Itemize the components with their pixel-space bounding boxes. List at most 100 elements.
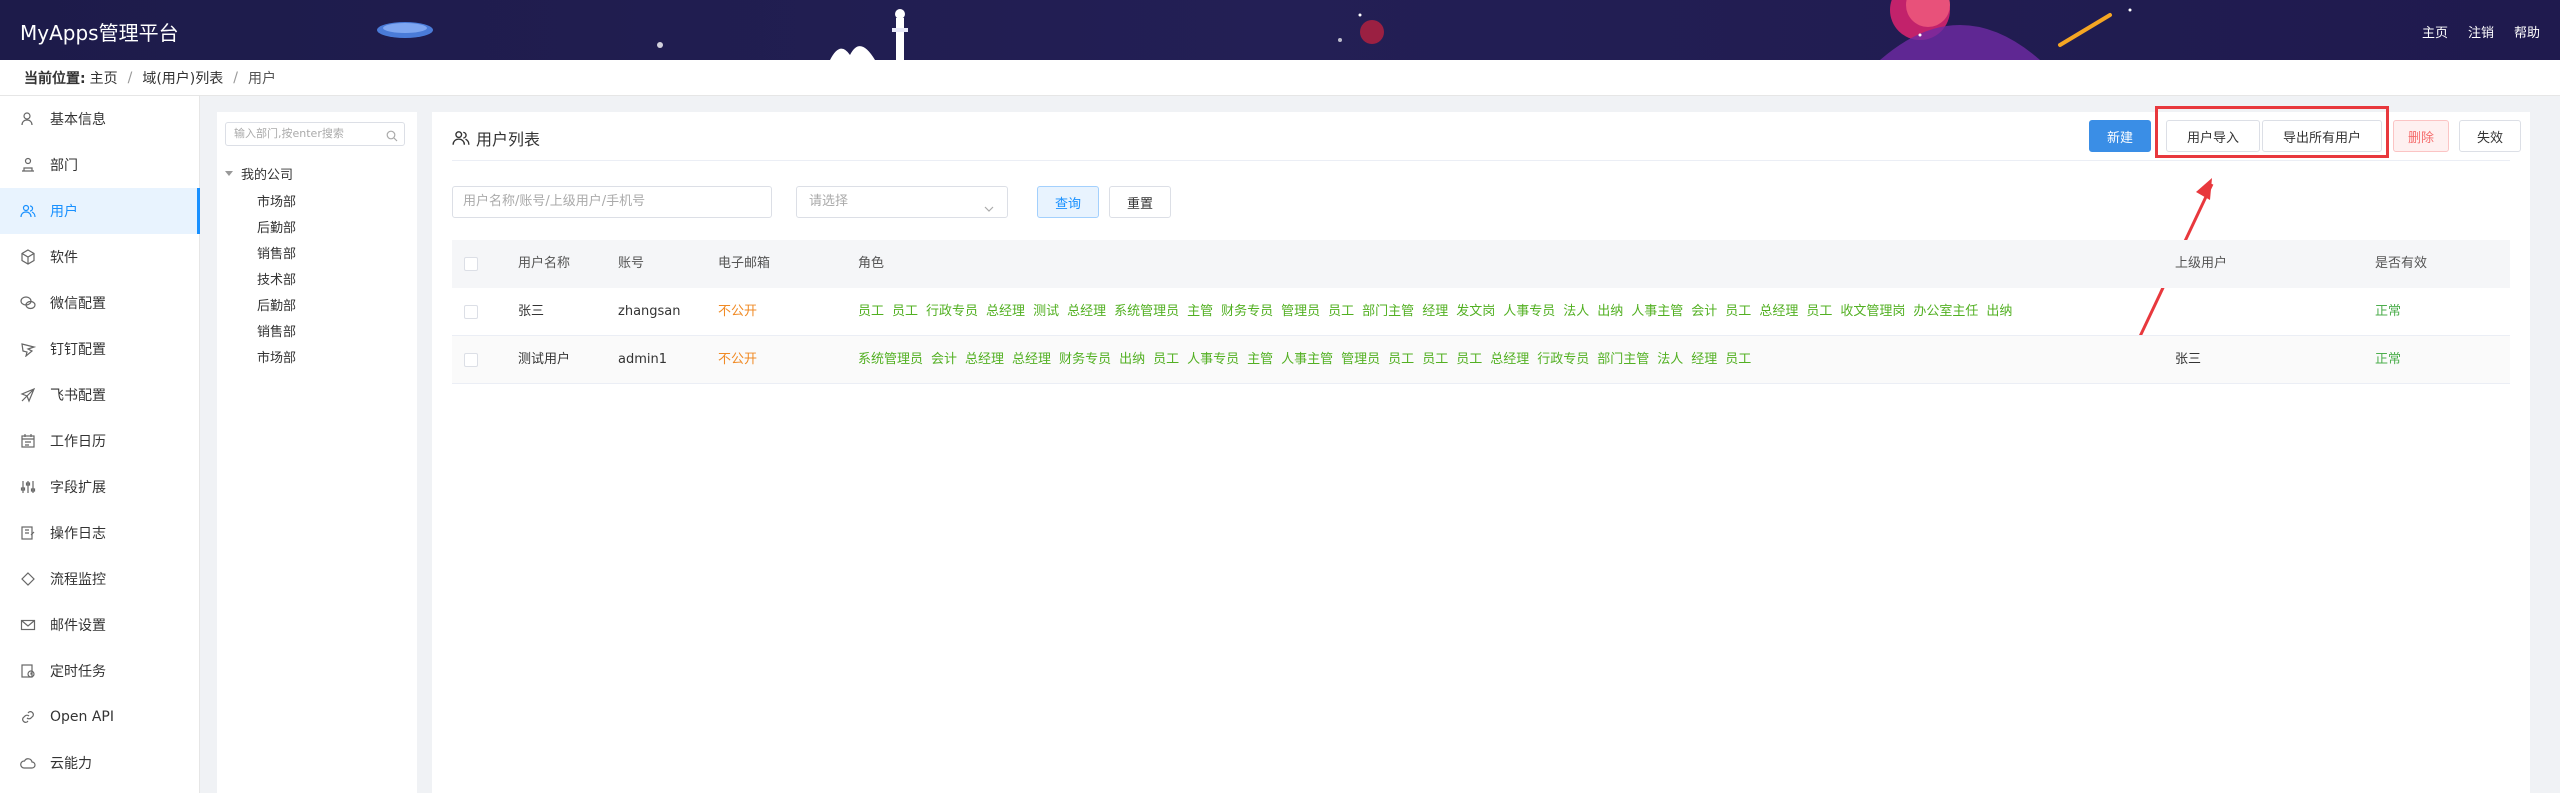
page-title: 用户列表 [452,126,540,150]
sidebar-item-label: Open API [50,709,114,725]
select-all-checkbox[interactable] [464,257,478,271]
disable-button[interactable]: 失效 [2459,120,2521,152]
role-tag: 财务专员 [1221,304,1274,319]
sidebar-item-scheduled-tasks[interactable]: 定时任务 [0,648,199,694]
email-cell: 不公开 [718,352,758,367]
table-row[interactable]: 张三 zhangsan 不公开 员工 员工 行政专员 总经理 测试 总经理 系统管理员 主管财… [452,288,2510,336]
user-search-input[interactable]: 用户名称/账号/上级用户/手机号 [452,186,772,218]
caret-down-icon[interactable] [225,171,233,176]
title-divider [452,160,2510,161]
header-link-home[interactable]: 主页 [2422,22,2448,41]
breadcrumb-home[interactable]: 主页 [90,68,118,88]
sidebar-item-operation-log[interactable]: 操作日志 [0,510,199,556]
tree-node[interactable]: 技术部 [257,268,296,294]
sidebar-item-software[interactable]: 软件 [0,234,199,280]
sidebar-item-open-api[interactable]: Open API [0,694,199,740]
user-name-cell: 测试用户 [518,352,571,367]
tree-node[interactable]: 销售部 [257,320,296,346]
sidebar-item-basic-info[interactable]: 基本信息 [0,96,199,142]
user-search-placeholder: 用户名称/账号/上级用户/手机号 [463,194,646,209]
delete-button[interactable]: 删除 [2393,120,2449,152]
top-header: MyApps管理平台 主页 注销 帮助 [0,0,2560,60]
page-title-text: 用户列表 [476,130,541,149]
table-row[interactable]: 测试用户 admin1 不公开 系统管理员 会计 总经理 总经理 财务专员 出纳 员工 人事专… [452,336,2510,384]
role-tag: 员工 [1725,352,1752,367]
roles-cell: 员工 员工 行政专员 总经理 测试 总经理 系统管理员 主管 财务专员 管理员 员工 部门主管 经理 发文… [858,288,2158,336]
header-link-logout[interactable]: 注销 [2468,22,2494,41]
sidebar-item-feishu[interactable]: 飞书配置 [0,372,199,418]
role-tag: 主管 [1247,352,1274,367]
log-icon [20,525,36,541]
feishu-icon [20,387,36,403]
role-tag: 主管 [1187,304,1214,319]
reset-button[interactable]: 重置 [1109,186,1171,218]
sidebar-item-cloud[interactable]: 云能力 [0,740,199,786]
query-button[interactable]: 查询 [1037,186,1099,218]
sidebar-item-wechat[interactable]: 微信配置 [0,280,199,326]
sidebar-item-dingtalk[interactable]: 钉钉配置 [0,326,199,372]
sidebar-item-label: 云能力 [50,756,92,772]
sidebar-item-users[interactable]: 用户 [0,188,200,234]
dingtalk-icon [20,341,36,357]
sidebar-item-department[interactable]: 部门 [0,142,199,188]
account-cell: admin1 [618,352,668,367]
users-icon [452,131,470,145]
table-header: 用户名称 账号 电子邮箱 角色 上级用户 是否有效 [452,240,2510,288]
sidebar-item-label: 用户 [50,204,78,220]
diamond-icon [20,571,36,587]
sidebar-item-field-extension[interactable]: 字段扩展 [0,464,199,510]
sidebar-item-calendar[interactable]: 工作日历 [0,418,199,464]
department-search-input[interactable]: 输入部门,按enter搜索 [225,122,405,146]
role-tag: 部门主管 [1597,352,1650,367]
tree-node[interactable]: 市场部 [257,190,296,216]
sidebar-item-label: 微信配置 [50,296,106,312]
tree-node[interactable]: 后勤部 [257,216,296,242]
role-tag: 系统管理员 [1114,304,1180,319]
wechat-icon [20,295,36,311]
breadcrumb-separator: / [127,69,133,86]
department-search-placeholder: 输入部门,按enter搜索 [234,127,344,140]
user-table: 用户名称 账号 电子邮箱 角色 上级用户 是否有效 张三 zhangsan 不公… [452,240,2510,384]
tree-root-node[interactable]: 我的公司 [225,164,293,183]
tree-node[interactable]: 销售部 [257,242,296,268]
role-tag: 员工 [1806,304,1833,319]
role-tag: 法人 [1563,304,1590,319]
sidebar-item-label: 流程监控 [50,572,106,588]
user-name-cell: 张三 [518,304,545,319]
sidebar-item-label: 操作日志 [50,526,106,542]
role-tag: 人事主管 [1281,352,1334,367]
tree-node[interactable]: 市场部 [257,346,296,372]
sidebar-item-label: 工作日历 [50,434,106,450]
role-tag: 行政专员 [1537,352,1590,367]
sidebar-item-process-monitor[interactable]: 流程监控 [0,556,199,602]
column-header-account: 账号 [618,256,645,271]
role-tag: 测试 [1033,304,1060,319]
column-header-status: 是否有效 [2375,256,2428,271]
role-tag: 员工 [858,304,885,319]
breadcrumb-domain-list[interactable]: 域(用户)列表 [142,68,223,88]
role-tag: 会计 [1691,304,1718,319]
sidebar-item-label: 定时任务 [50,664,106,680]
users-icon [20,203,36,219]
header-illustration-icon [377,0,2132,60]
tree-node[interactable]: 后勤部 [257,294,296,320]
new-button[interactable]: 新建 [2089,120,2151,152]
role-tag: 管理员 [1341,352,1381,367]
department-icon [20,157,36,173]
role-tag: 总经理 [1759,304,1799,319]
roles-cell: 系统管理员 会计 总经理 总经理 财务专员 出纳 员工 人事专员 主管 人事主管 管理员 员工 员工 员工… [858,336,2158,384]
role-tag: 出纳 [1597,304,1624,319]
row-checkbox[interactable] [464,353,478,367]
role-tag: 员工 [1153,352,1180,367]
column-header-roles: 角色 [858,256,885,271]
role-tag: 办公室主任 [1913,304,1979,319]
role-tag: 员工 [1456,352,1483,367]
header-link-help[interactable]: 帮助 [2514,22,2540,41]
superior-cell: 张三 [2175,352,2202,367]
chevron-down-icon [983,197,995,227]
role-tag: 员工 [1422,352,1449,367]
sidebar-item-mail-settings[interactable]: 邮件设置 [0,602,199,648]
role-tag: 出纳 [1119,352,1146,367]
filter-select[interactable]: 请选择 [796,186,1008,218]
row-checkbox[interactable] [464,305,478,319]
